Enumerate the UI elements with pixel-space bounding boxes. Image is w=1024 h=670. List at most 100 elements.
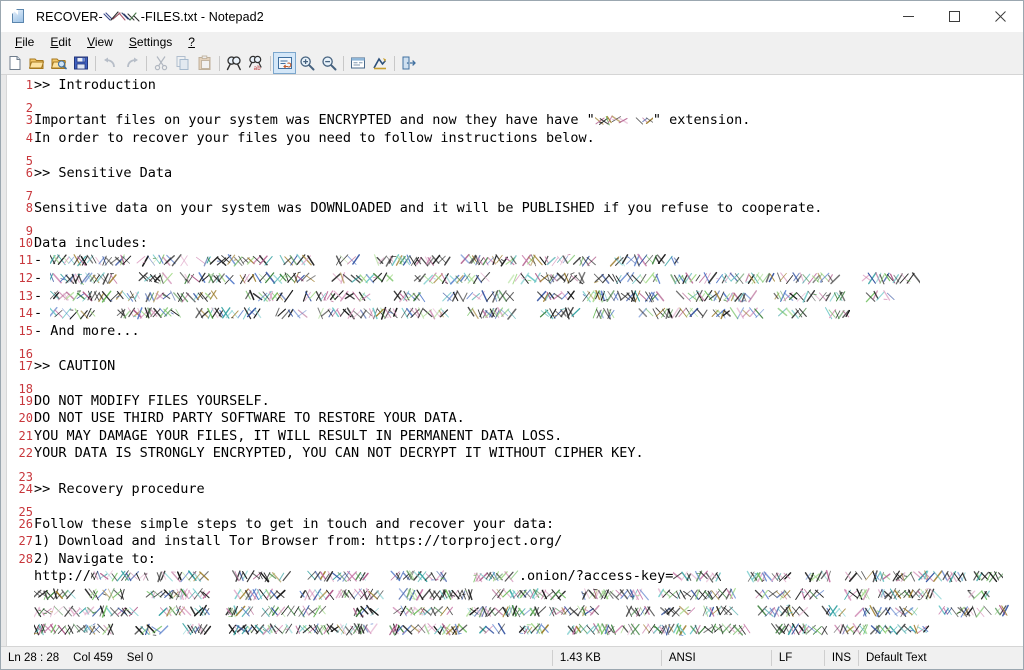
url-line-row-1[interactable]: http:// .onion/?access-key= — [7, 568, 1023, 586]
line-text: YOU MAY DAMAGE YOUR FILES, IT WILL RESUL… — [34, 427, 563, 444]
editor-line[interactable]: 11- — [7, 252, 1023, 270]
menu-view[interactable]: View — [79, 33, 121, 52]
url-line-row-3[interactable] — [7, 603, 1023, 621]
editor-line[interactable]: 24 >> Recovery procedure — [7, 481, 1023, 499]
editor-area[interactable]: 1 >> Introduction 2 3 Important files on you… — [1, 75, 1023, 646]
line-text — [34, 586, 1023, 604]
line-text — [34, 182, 1023, 200]
editor-line[interactable]: 27 1) Download and install Tor Browser fr… — [7, 533, 1023, 551]
redacted-access-key — [672, 568, 1006, 584]
undo-icon[interactable] — [99, 53, 120, 73]
save-file-icon[interactable] — [70, 53, 91, 73]
editor-line[interactable]: 28 2) Navigate to: — [7, 551, 1023, 569]
editor-line[interactable]: 2 — [7, 95, 1023, 115]
status-spacer — [160, 647, 552, 669]
line-text — [34, 463, 1023, 481]
menu-help[interactable]: ? — [180, 33, 203, 52]
redacted-data-item — [49, 288, 895, 304]
scheme-config-icon[interactable] — [369, 53, 390, 73]
editor-line[interactable]: 25 — [7, 498, 1023, 519]
line-number: 13 — [18, 288, 33, 303]
editor-line[interactable]: 15- And more... — [7, 323, 1023, 341]
window-title-suffix: -FILES.txt - Notepad2 — [140, 9, 264, 24]
line-text: - — [34, 270, 1023, 288]
browse-file-icon[interactable] — [48, 53, 69, 73]
line-text: Important files on your system was ENCRY… — [34, 112, 751, 129]
menu-file[interactable]: FFileile — [7, 33, 42, 52]
zoom-in-icon[interactable] — [296, 53, 317, 73]
editor-line[interactable]: 10 Data includes: — [7, 235, 1023, 253]
line-number: 11 — [18, 253, 33, 268]
url-line-row-2[interactable] — [7, 586, 1023, 604]
toolbar-separator — [146, 55, 147, 71]
minimize-button[interactable] — [885, 1, 931, 32]
cut-icon[interactable] — [150, 53, 171, 73]
line-text: - And more... — [34, 322, 140, 339]
status-bar: Ln 28 : 28 Col 459 Sel 0 1.43 KB ANSI LF… — [1, 646, 1023, 669]
maximize-button[interactable] — [931, 1, 977, 32]
copy-icon[interactable] — [172, 53, 193, 73]
text-content[interactable]: 1 >> Introduction 2 3 Important files on you… — [7, 75, 1023, 646]
line-text: Data includes: — [34, 234, 148, 251]
redacted-access-key-continued — [34, 586, 999, 602]
line-text: Follow these simple steps to get in touc… — [34, 515, 555, 532]
window-title: RECOVER- -FILES.txt - Notepad2 — [36, 10, 264, 24]
line-text: DO NOT USE THIRD PARTY SOFTWARE TO RESTO… — [34, 410, 465, 427]
line-text: DO NOT MODIFY FILES YOURSELF. — [34, 392, 270, 409]
find-icon[interactable] — [223, 53, 244, 73]
toolbar-separator — [343, 55, 344, 71]
scheme-icon[interactable] — [347, 53, 368, 73]
menu-settings[interactable]: Settings — [121, 33, 180, 52]
line-text — [34, 95, 1023, 113]
editor-line[interactable]: 6 >> Sensitive Data — [7, 165, 1023, 183]
status-line-ending[interactable]: LF — [772, 647, 824, 669]
open-file-icon[interactable] — [26, 53, 47, 73]
editor-line[interactable]: 14- — [7, 305, 1023, 323]
status-column: Col 459 — [73, 652, 113, 664]
editor-line[interactable]: 20 DO NOT USE THIRD PARTY SOFTWARE TO RES… — [7, 410, 1023, 428]
editor-line[interactable]: 16 — [7, 340, 1023, 361]
redacted-data-item — [49, 252, 690, 268]
editor-line[interactable]: 23 — [7, 463, 1023, 484]
paste-icon[interactable] — [194, 53, 215, 73]
editor-line[interactable]: 5 — [7, 147, 1023, 168]
line-text — [34, 217, 1023, 235]
title-bar[interactable]: RECOVER- -FILES.txt - Notepad2 — [1, 1, 1023, 32]
status-insert-mode[interactable]: INS — [825, 647, 858, 669]
line-number: 27 — [18, 534, 33, 549]
status-scheme[interactable]: Default Text — [859, 647, 1023, 669]
editor-line[interactable]: 12- — [7, 270, 1023, 288]
new-file-icon[interactable] — [4, 53, 25, 73]
editor-line[interactable]: 8 Sensitive data on your system was DOWNL… — [7, 200, 1023, 218]
editor-line[interactable]: 26 Follow these simple steps to get in to… — [7, 516, 1023, 534]
line-text — [34, 621, 1023, 639]
menu-edit[interactable]: Edit — [42, 33, 79, 52]
line-text — [34, 147, 1023, 165]
line-number: 3 — [25, 113, 33, 128]
editor-line[interactable]: 13- — [7, 288, 1023, 306]
zoom-out-icon[interactable] — [318, 53, 339, 73]
editor-line[interactable]: 4 In order to recover your files you need… — [7, 130, 1023, 148]
url-prefix: http:// — [34, 568, 91, 585]
redacted-data-item — [49, 305, 851, 321]
editor-line[interactable]: 3 Important files on your system was ENCR… — [7, 112, 1023, 130]
editor-line[interactable]: 17 >> CAUTION — [7, 358, 1023, 376]
redo-icon[interactable] — [121, 53, 142, 73]
close-button[interactable] — [977, 1, 1023, 32]
exit-icon[interactable] — [398, 53, 419, 73]
line-text — [34, 375, 1023, 393]
editor-line[interactable]: 22 YOUR DATA IS STRONGLY ENCRYPTED, YOU C… — [7, 445, 1023, 463]
replace-icon[interactable]: ab — [245, 53, 266, 73]
editor-line[interactable]: 1 >> Introduction — [7, 77, 1023, 95]
url-line-row-4[interactable] — [7, 621, 1023, 639]
editor-line[interactable]: 18 — [7, 375, 1023, 396]
word-wrap-icon[interactable] — [273, 52, 296, 74]
line-number: 4 — [25, 130, 33, 145]
app-document-icon — [10, 9, 27, 24]
editor-line[interactable]: 19 DO NOT MODIFY FILES YOURSELF. — [7, 393, 1023, 411]
line-number: 28 — [18, 551, 33, 566]
editor-line[interactable]: 7 — [7, 182, 1023, 203]
editor-line[interactable]: 21 YOU MAY DAMAGE YOUR FILES, IT WILL RES… — [7, 428, 1023, 446]
editor-line[interactable]: 9 — [7, 217, 1023, 238]
status-encoding[interactable]: ANSI — [662, 647, 771, 669]
